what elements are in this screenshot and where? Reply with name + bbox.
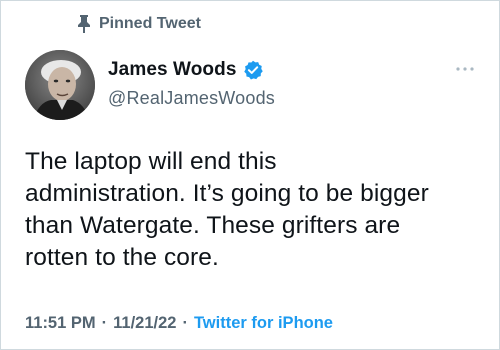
author-block: James Woods @RealJamesWoods xyxy=(108,58,275,109)
avatar-photo xyxy=(25,50,95,120)
tweet-text-line: rotten to the core. xyxy=(25,244,219,271)
tweet-text-line: than Watergate. These grifters are xyxy=(25,212,401,239)
tweet-card: Pinned Tweet James Woods @RealJamesWoods… xyxy=(0,0,500,350)
verified-badge-icon xyxy=(243,60,263,80)
tweet-meta: 11:51 PM · 11/21/22 · Twitter for iPhone xyxy=(25,314,333,333)
author-handle[interactable]: @RealJamesWoods xyxy=(108,88,275,109)
tweet-source-link[interactable]: Twitter for iPhone xyxy=(194,314,333,333)
name-row: James Woods xyxy=(108,58,275,82)
tweet-date[interactable]: 11/21/22 xyxy=(113,314,176,333)
pinned-label: Pinned Tweet xyxy=(99,15,201,32)
tweet-text-line: administration. It’s going to be bigger xyxy=(25,180,429,207)
meta-separator: · xyxy=(182,314,188,332)
tweet-time[interactable]: 11:51 PM xyxy=(25,314,96,333)
meta-separator: · xyxy=(101,314,108,332)
author-display-name[interactable]: James Woods xyxy=(108,59,237,81)
more-options-icon[interactable] xyxy=(453,63,477,75)
pin-icon xyxy=(78,15,90,33)
pinned-indicator: Pinned Tweet xyxy=(77,12,201,36)
tweet-text-line: The laptop will end this xyxy=(25,148,277,175)
tweet-text: The laptop will end this administration.… xyxy=(25,146,475,274)
avatar[interactable] xyxy=(25,50,95,120)
